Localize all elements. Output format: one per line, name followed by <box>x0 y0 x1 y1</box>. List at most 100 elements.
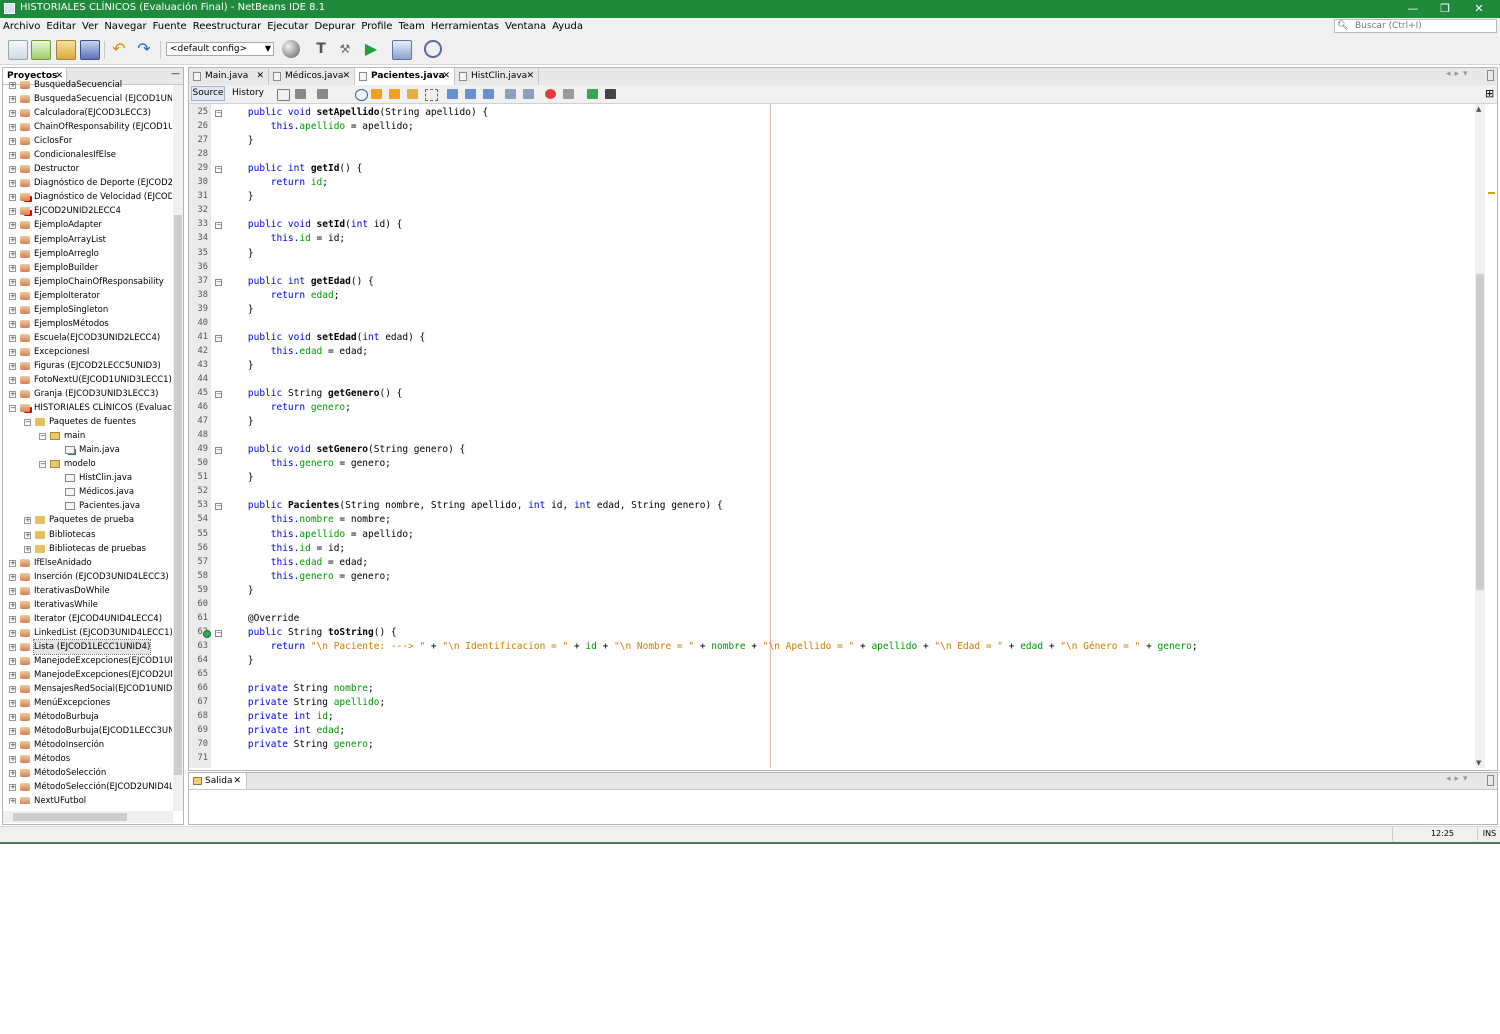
expand-icon[interactable]: + <box>9 138 16 146</box>
code-line[interactable]: this.genero = genero; <box>225 571 391 582</box>
tree-item[interactable]: + Calculadora(EJCOD3LECC3) <box>3 106 172 120</box>
fold-toggle-icon[interactable]: − <box>215 278 222 286</box>
expand-icon[interactable]: + <box>9 700 16 708</box>
new-file-icon[interactable] <box>8 40 28 60</box>
expand-icon[interactable]: + <box>9 643 16 651</box>
new-project-icon[interactable] <box>31 40 51 60</box>
tree-item[interactable]: + Paquetes de prueba <box>3 513 172 527</box>
tree-item[interactable]: + CiclosFor <box>3 134 172 148</box>
tree-item[interactable]: − HISTORIALES CLÍNICOS (Evaluación <box>3 401 172 415</box>
editor-tab[interactable]: Médicos.java ✕ <box>269 68 355 85</box>
tree-item[interactable]: + Escuela(EJCOD3UNID2LECC4) <box>3 331 172 345</box>
fold-toggle-icon[interactable]: − <box>215 166 222 174</box>
profile-project-icon[interactable] <box>424 40 442 58</box>
tree-item[interactable]: + MensajesRedSocial(EJCOD1UNID3L <box>3 682 172 696</box>
code-line[interactable]: } <box>225 191 254 202</box>
expand-icon[interactable]: + <box>9 714 16 722</box>
tree-item[interactable]: + EJCOD2UNID2LECC4 <box>3 204 172 218</box>
minimize-button[interactable]: — <box>1396 0 1430 18</box>
tree-item[interactable]: HistClin.java <box>3 471 172 485</box>
tree-item[interactable]: + ManejodeExcepciones(EJCOD1UNID <box>3 654 172 668</box>
expand-icon[interactable]: + <box>9 587 16 595</box>
code-line[interactable]: } <box>225 585 254 596</box>
fold-toggle-icon[interactable]: − <box>215 503 222 511</box>
tree-item[interactable]: + EjemploAdapter <box>3 218 172 232</box>
tree-item[interactable]: + IterativasDoWhile <box>3 584 172 598</box>
expand-icon[interactable]: + <box>9 728 16 736</box>
expand-icon[interactable]: + <box>9 110 16 118</box>
tree-item[interactable]: + IfElseAnidado <box>3 556 172 570</box>
code-line[interactable]: public String toString() { <box>225 627 397 638</box>
tree-item[interactable]: + Lista (EJCOD1LECC1UNID4) <box>3 638 172 655</box>
code-line[interactable]: this.apellido = apellido; <box>225 121 414 132</box>
tree-item[interactable]: + EjemploIterator <box>3 289 172 303</box>
code-line[interactable]: } <box>225 248 254 259</box>
redo-icon[interactable]: ↷ <box>135 40 153 58</box>
stop-macro-icon[interactable] <box>563 89 574 99</box>
code-line[interactable]: private int edad; <box>225 725 345 736</box>
projects-vertical-scrollbar[interactable] <box>173 85 183 811</box>
code-line[interactable]: this.id = id; <box>225 233 345 244</box>
tree-item[interactable]: + MétodoBurbuja <box>3 710 172 724</box>
code-line[interactable]: public void setGenero(String genero) { <box>225 444 465 455</box>
close-icon[interactable]: ✕ <box>256 68 264 85</box>
tree-item[interactable]: + BusquedaSecuencial (EJCOD1UNID4 <box>3 92 172 106</box>
expand-icon[interactable]: + <box>9 784 16 792</box>
tree-item[interactable]: + EjemploArreglo <box>3 247 172 261</box>
shift-left-icon[interactable] <box>505 89 516 99</box>
clean-build-icon[interactable]: ⚒ <box>336 40 354 58</box>
expand-icon[interactable]: + <box>9 166 16 174</box>
tree-item[interactable]: + Bibliotecas de pruebas <box>3 542 172 556</box>
menu-editar[interactable]: Editar <box>46 21 76 32</box>
undo-icon[interactable]: ↶ <box>110 40 128 58</box>
tree-item[interactable]: + CondicionalesIfElse <box>3 148 172 162</box>
tree-item[interactable]: + EjemploBuilder <box>3 261 172 275</box>
tree-item[interactable]: + Bibliotecas <box>3 528 172 542</box>
tree-item[interactable]: + Destructor <box>3 162 172 176</box>
tree-item[interactable]: + MétodoInserción <box>3 738 172 752</box>
code-line[interactable]: private String genero; <box>225 739 374 750</box>
menu-team[interactable]: Team <box>398 21 424 32</box>
back-icon[interactable] <box>295 89 306 99</box>
code-line[interactable]: public void setApellido(String apellido)… <box>225 107 488 118</box>
code-line[interactable]: public void setId(int id) { <box>225 219 402 230</box>
expand-icon[interactable]: + <box>9 348 16 356</box>
projects-horizontal-scrollbar[interactable] <box>3 811 173 823</box>
menu-archivo[interactable]: Archivo <box>3 21 40 32</box>
close-icon[interactable]: ✕ <box>233 773 241 789</box>
scroll-down-icon[interactable]: ▼ <box>1476 759 1481 767</box>
expand-icon[interactable]: + <box>9 601 16 609</box>
tree-item[interactable]: + Iterator (EJCOD4UNID4LECC4) <box>3 612 172 626</box>
menu-ver[interactable]: Ver <box>82 21 98 32</box>
tree-item[interactable]: + LinkedList (EJCOD3UNID4LECC1) <box>3 626 172 640</box>
code-line[interactable]: } <box>225 416 254 427</box>
fold-toggle-icon[interactable]: − <box>215 391 222 398</box>
tree-item[interactable]: + Inserción (EJCOD3UNID4LECC3) <box>3 570 172 584</box>
next-bookmark-icon[interactable] <box>465 89 476 99</box>
fold-toggle-icon[interactable]: − <box>215 334 222 342</box>
run-project-icon[interactable]: ▶ <box>362 40 380 58</box>
collapse-icon[interactable]: − <box>39 461 46 469</box>
tree-item[interactable]: + ManejodeExcepciones(EJCOD2UNID <box>3 668 172 682</box>
error-stripe[interactable] <box>1486 104 1497 768</box>
expand-icon[interactable]: + <box>9 756 16 764</box>
comment-icon[interactable] <box>587 89 598 99</box>
code-area[interactable]: public void setApellido(String apellido)… <box>225 104 1473 768</box>
config-select[interactable]: <default config> ▼ <box>166 42 274 56</box>
maximize-button[interactable]: ❐ <box>1428 0 1462 18</box>
scroll-thumb[interactable] <box>13 813 127 821</box>
expand-icon[interactable]: + <box>9 124 16 132</box>
editor-tab[interactable]: HistClin.java ✕ <box>455 68 539 85</box>
menu-profile[interactable]: Profile <box>361 21 392 32</box>
expand-icon[interactable]: + <box>9 657 16 665</box>
expand-icon[interactable]: + <box>9 180 16 188</box>
code-line[interactable]: public Pacientes(String nombre, String a… <box>225 500 723 511</box>
expand-icon[interactable]: + <box>9 742 16 750</box>
expand-icon[interactable]: + <box>9 264 16 272</box>
menu-navegar[interactable]: Navegar <box>104 21 146 32</box>
code-line[interactable]: this.nombre = nombre; <box>225 514 391 525</box>
expand-icon[interactable]: + <box>9 236 16 244</box>
history-view-button[interactable]: History <box>229 86 267 101</box>
override-annotation-icon[interactable] <box>203 629 211 638</box>
close-icon[interactable]: ✕ <box>442 68 450 85</box>
